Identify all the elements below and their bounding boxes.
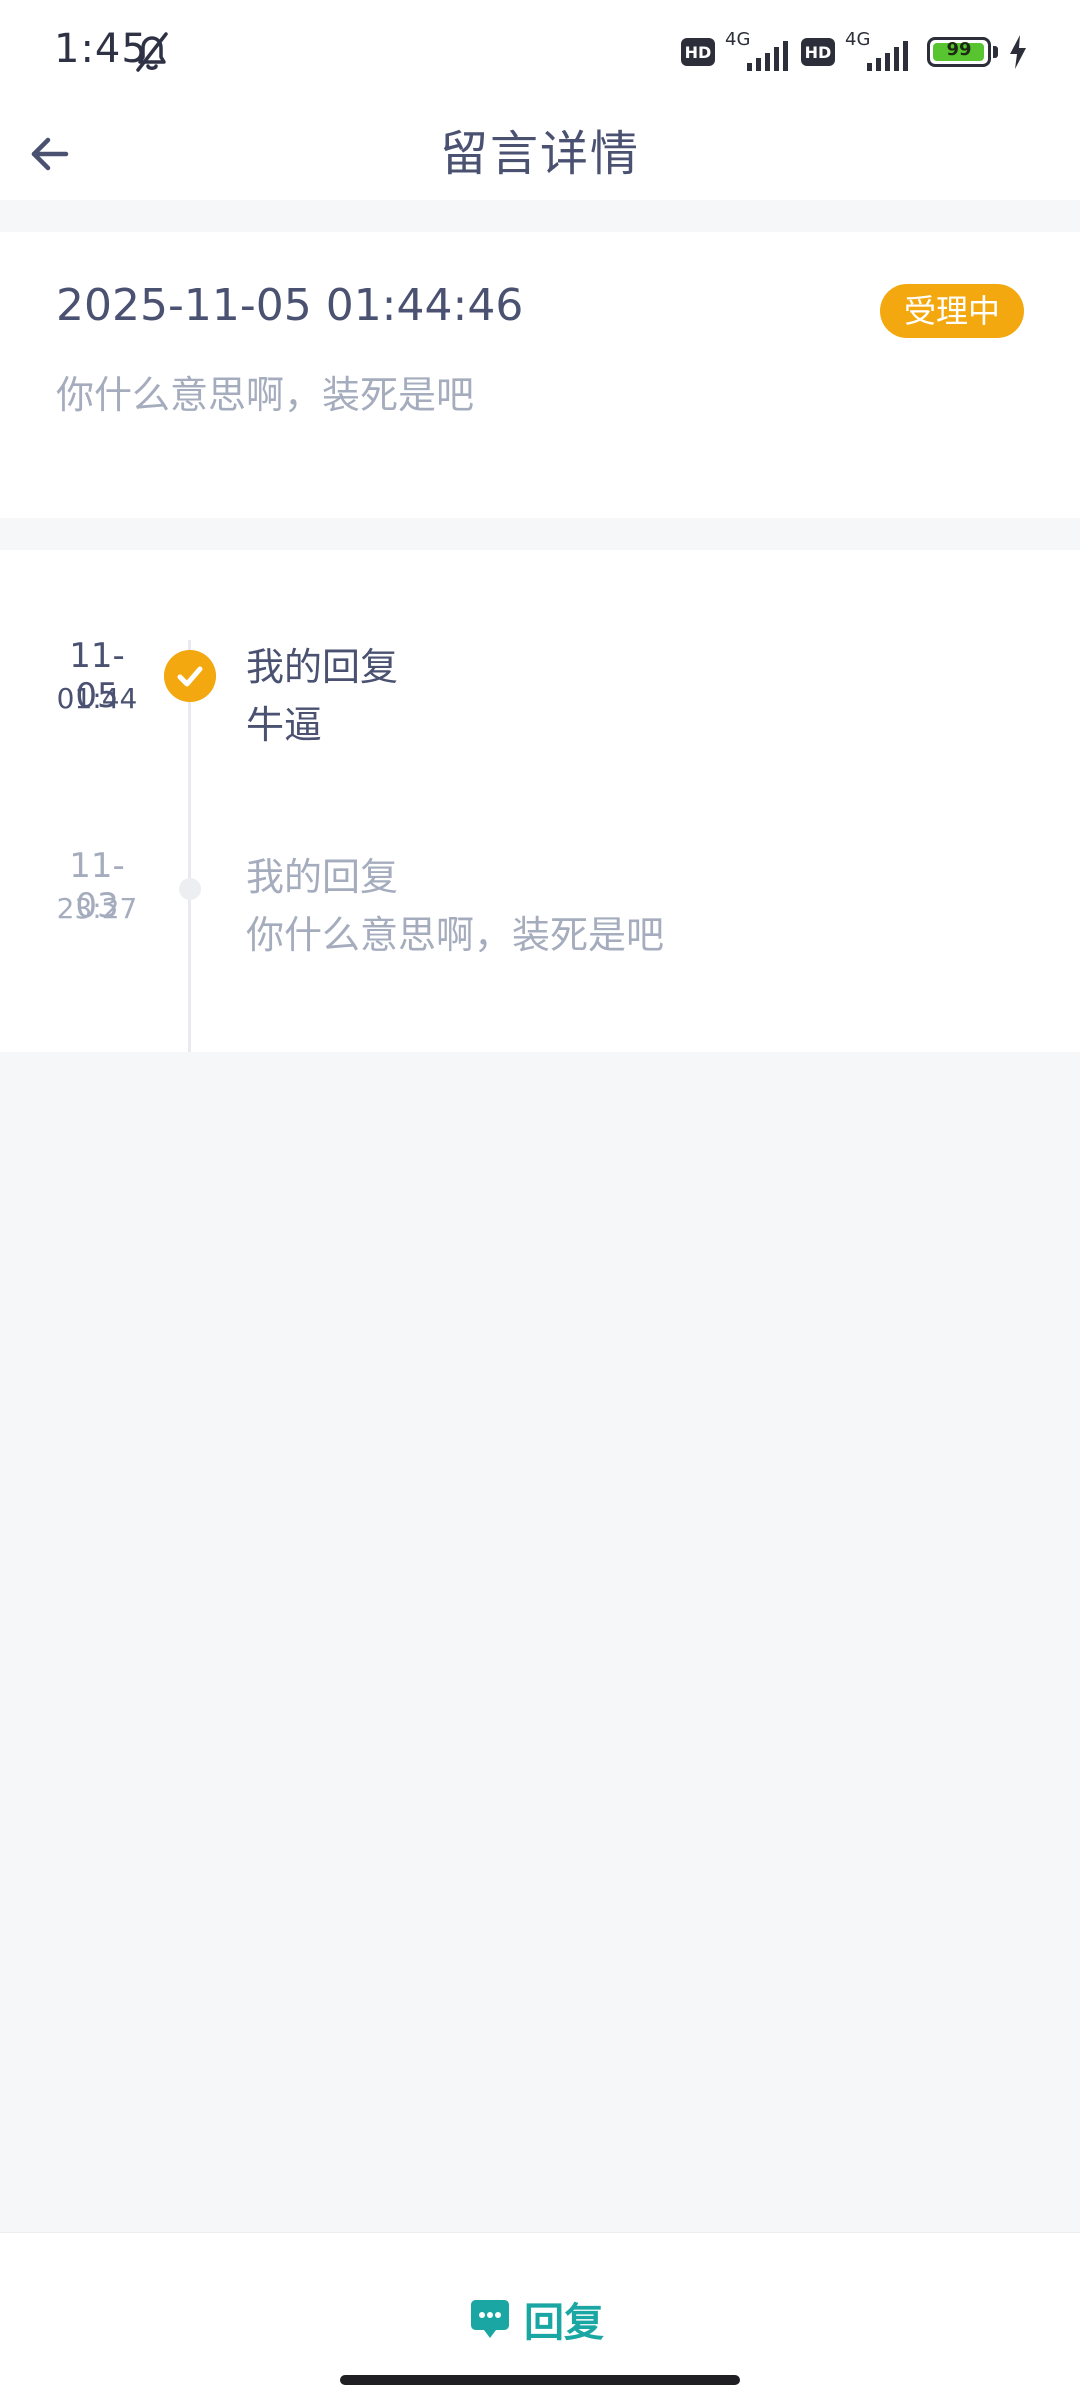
reply-timeline: 11-05 01:44 我的回复 牛逼 11-03 23:27 我的回复 你什么… [0,550,1080,1052]
home-indicator[interactable] [340,2375,740,2385]
page-title: 留言详情 [439,126,640,182]
battery-text: 99 [946,39,972,60]
timeline-body: 牛逼 [246,703,323,747]
bell-off-icon [136,32,168,72]
signal-bars-icon [747,41,788,71]
message-content: 你什么意思啊，装死是吧 [56,373,475,417]
timeline-body: 你什么意思啊，装死是吧 [246,913,665,957]
status-bar: 1:45 HD 4G HD 4G 99 [0,0,1080,108]
bottom-bar: 回复 [0,2232,1080,2401]
status-icons: HD 4G HD 4G 99 [681,29,1028,74]
charging-bolt-icon [1010,35,1026,69]
header: 留言详情 [0,108,1080,200]
timeline-title: 我的回复 [246,855,399,899]
reply-button[interactable]: 回复 [470,2291,604,2347]
chat-bubble-icon [471,2300,509,2338]
timeline-time: 23:27 [56,892,138,925]
timeline-dot [179,878,201,900]
hd-badge: HD [681,38,715,66]
timeline-title: 我的回复 [246,645,399,689]
signal-bars-icon [867,41,908,71]
status-badge: 受理中 [880,284,1024,338]
timeline-time: 01:44 [56,682,138,715]
message-datetime: 2025-11-05 01:44:46 [56,280,524,331]
hd-badge: HD [801,38,835,66]
signal-2: 4G [845,29,911,73]
message-card: 2025-11-05 01:44:46 受理中 你什么意思啊，装死是吧 [0,232,1080,518]
battery-icon: 99 [927,37,991,67]
check-circle-icon [164,650,216,702]
signal-1: 4G [725,29,791,73]
battery-cap [993,46,998,58]
reply-label: 回复 [524,2300,604,2346]
